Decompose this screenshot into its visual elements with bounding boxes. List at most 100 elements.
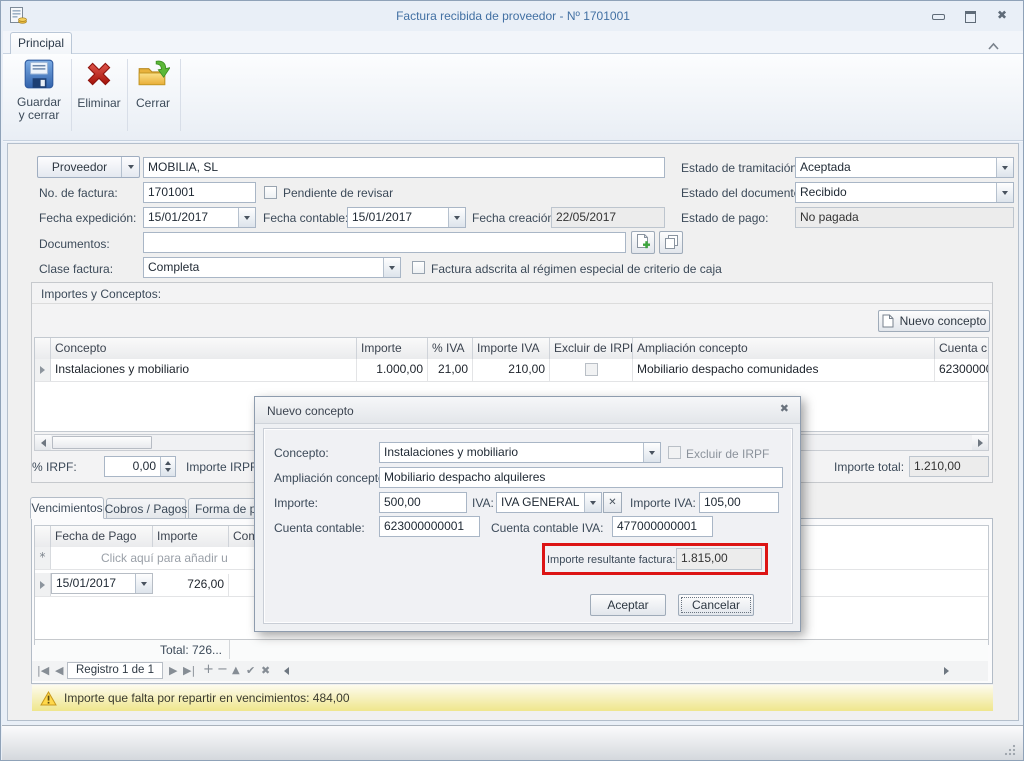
- tab-vencimientos[interactable]: Vencimientos: [30, 497, 104, 519]
- scroll-left-button[interactable]: [35, 435, 51, 450]
- dlg-iva-combo[interactable]: IVA GENERAL: [496, 492, 602, 513]
- fecha-expedicion-dropdown[interactable]: [238, 208, 255, 227]
- clase-factura-combo[interactable]: Completa: [143, 257, 401, 278]
- estado-tramitacion-value: Aceptada: [796, 158, 996, 177]
- fecha-contable-combo[interactable]: 15/01/2017: [347, 207, 466, 228]
- delete-button[interactable]: Eliminar: [74, 57, 124, 135]
- dlg-cuenta-field[interactable]: 623000000001: [379, 516, 480, 537]
- vencimientos-scroll-left[interactable]: [279, 663, 294, 678]
- excluir-irpf-checkbox[interactable]: [585, 363, 598, 376]
- close-form-button[interactable]: Cerrar: [130, 57, 176, 135]
- dlg-iva-dropdown[interactable]: [584, 493, 601, 512]
- minimize-button[interactable]: [927, 9, 949, 25]
- copy-document-button[interactable]: [659, 231, 683, 254]
- nav-prev-icon[interactable]: ◀: [55, 663, 63, 679]
- attach-document-button[interactable]: [631, 231, 655, 254]
- conceptos-header-pct-iva[interactable]: % IVA: [428, 338, 473, 359]
- fecha-pago-dropdown[interactable]: [135, 574, 152, 593]
- dropdown-arrow-icon: [128, 165, 134, 169]
- nav-last-icon[interactable]: ▶|: [183, 663, 195, 679]
- estado-tramitacion-combo[interactable]: Aceptada: [795, 157, 1014, 178]
- estado-tramitacion-label: Estado de tramitación:: [681, 161, 800, 175]
- importe-cell[interactable]: 1.000,00: [357, 359, 428, 381]
- resize-grip[interactable]: [1003, 743, 1017, 761]
- dlg-cuenta-iva-field[interactable]: 477000000001: [612, 516, 713, 537]
- proveedor-field[interactable]: MOBILIA, SL: [143, 157, 665, 178]
- new-row-hint[interactable]: Click aquí para añadir u: [101, 551, 228, 565]
- estado-documento-combo[interactable]: Recibido: [795, 182, 1014, 203]
- estado-documento-label: Estado del documento:: [681, 186, 804, 200]
- nav-add-icon[interactable]: +: [203, 662, 214, 678]
- conceptos-header-ampliacion[interactable]: Ampliación concepto: [633, 338, 935, 359]
- dlg-iva-value: IVA GENERAL: [497, 493, 584, 512]
- aceptar-button[interactable]: Aceptar: [590, 594, 666, 616]
- copy-icon: [664, 234, 679, 252]
- vencimientos-header-importe[interactable]: Importe: [153, 526, 229, 547]
- scroll-left-icon: [284, 667, 289, 675]
- conceptos-header-cuenta[interactable]: Cuenta c: [935, 338, 988, 359]
- estado-pago-label: Estado de pago:: [681, 211, 768, 225]
- nav-first-icon[interactable]: |◀: [37, 663, 49, 679]
- nav-edit-icon[interactable]: ▲: [232, 663, 240, 679]
- clase-factura-value: Completa: [144, 258, 383, 277]
- cancelar-button[interactable]: Cancelar: [678, 594, 754, 616]
- pct-iva-cell[interactable]: 21,00: [428, 359, 473, 381]
- conceptos-header-importe[interactable]: Importe: [357, 338, 428, 359]
- ribbon-tab-principal[interactable]: Principal: [10, 32, 72, 54]
- vencimientos-header-fecha[interactable]: Fecha de Pago: [51, 526, 153, 547]
- dlg-ampliacion-field[interactable]: Mobiliario despacho alquileres: [379, 467, 783, 488]
- nav-next-icon[interactable]: ▶: [169, 663, 177, 679]
- dlg-cuenta-label: Cuenta contable:: [274, 521, 365, 535]
- fecha-contable-dropdown[interactable]: [448, 208, 465, 227]
- conceptos-header-importe-iva[interactable]: Importe IVA: [473, 338, 550, 359]
- dialog-title: Nuevo concepto: [267, 404, 354, 418]
- concepto-cell[interactable]: Instalaciones y mobiliario: [51, 359, 357, 381]
- warning-text: Importe que falta por repartir en vencim…: [64, 691, 350, 705]
- estado-tramitacion-dropdown[interactable]: [996, 158, 1013, 177]
- fecha-pago-cell[interactable]: 15/01/2017: [51, 573, 153, 594]
- dlg-excluir-checkbox[interactable]: [668, 446, 681, 459]
- importe-pago-cell[interactable]: 726,00: [153, 574, 229, 596]
- close-button[interactable]: ✖: [991, 7, 1013, 23]
- fecha-creacion-label: Fecha creación:: [472, 211, 557, 225]
- highlight-annotation: [542, 543, 768, 575]
- dlg-importe-iva-field[interactable]: 105,00: [699, 492, 779, 513]
- proveedor-dropdown-button[interactable]: [121, 157, 139, 177]
- nav-cancel-icon[interactable]: ✖: [261, 663, 270, 679]
- ampliacion-cell[interactable]: Mobiliario despacho comunidades: [633, 359, 935, 381]
- dlg-concepto-combo[interactable]: Instalaciones y mobiliario: [379, 442, 661, 463]
- clear-x-icon: ✕: [608, 497, 616, 508]
- status-bar: [2, 725, 1024, 761]
- tab-cobros-pagos[interactable]: Cobros / Pagos: [106, 498, 186, 519]
- estado-documento-value: Recibido: [796, 183, 996, 202]
- pendiente-checkbox[interactable]: [264, 186, 277, 199]
- conceptos-scroll-thumb[interactable]: [52, 436, 152, 449]
- dlg-importe-field[interactable]: 500,00: [379, 492, 467, 513]
- nav-remove-icon[interactable]: −: [217, 662, 228, 678]
- scroll-right-button[interactable]: [972, 435, 988, 450]
- nav-endedit-icon[interactable]: ✔: [246, 663, 255, 679]
- importe-iva-cell[interactable]: 210,00: [473, 359, 550, 381]
- nuevo-concepto-button[interactable]: Nuevo concepto: [878, 310, 990, 332]
- dialog-close-icon[interactable]: ✖: [780, 402, 789, 415]
- conceptos-header-concepto[interactable]: Concepto: [51, 338, 357, 359]
- irpf-spin-field[interactable]: 0,00: [104, 456, 176, 477]
- no-factura-field[interactable]: 1701001: [143, 182, 256, 203]
- cuenta-cell[interactable]: 62300000: [935, 359, 988, 381]
- proveedor-split-button[interactable]: Proveedor: [37, 156, 140, 178]
- conceptos-header-excluir[interactable]: Excluir de IRPF: [550, 338, 633, 359]
- documentos-field[interactable]: [143, 232, 626, 253]
- estado-documento-dropdown[interactable]: [996, 183, 1013, 202]
- save-close-button[interactable]: Guardar y cerrar: [11, 57, 67, 135]
- irpf-spin-buttons[interactable]: [160, 457, 175, 476]
- vencimientos-scroll-right[interactable]: [939, 663, 954, 678]
- dropdown-arrow-icon: [244, 216, 250, 220]
- new-document-icon: [882, 314, 894, 328]
- restore-button[interactable]: [959, 9, 981, 25]
- dlg-iva-clear-button[interactable]: ✕: [603, 492, 622, 513]
- nav-position-box[interactable]: Registro 1 de 1: [67, 662, 163, 679]
- criterio-caja-checkbox[interactable]: [412, 261, 425, 274]
- clase-factura-dropdown[interactable]: [383, 258, 400, 277]
- dlg-concepto-dropdown[interactable]: [643, 443, 660, 462]
- fecha-expedicion-combo[interactable]: 15/01/2017: [143, 207, 256, 228]
